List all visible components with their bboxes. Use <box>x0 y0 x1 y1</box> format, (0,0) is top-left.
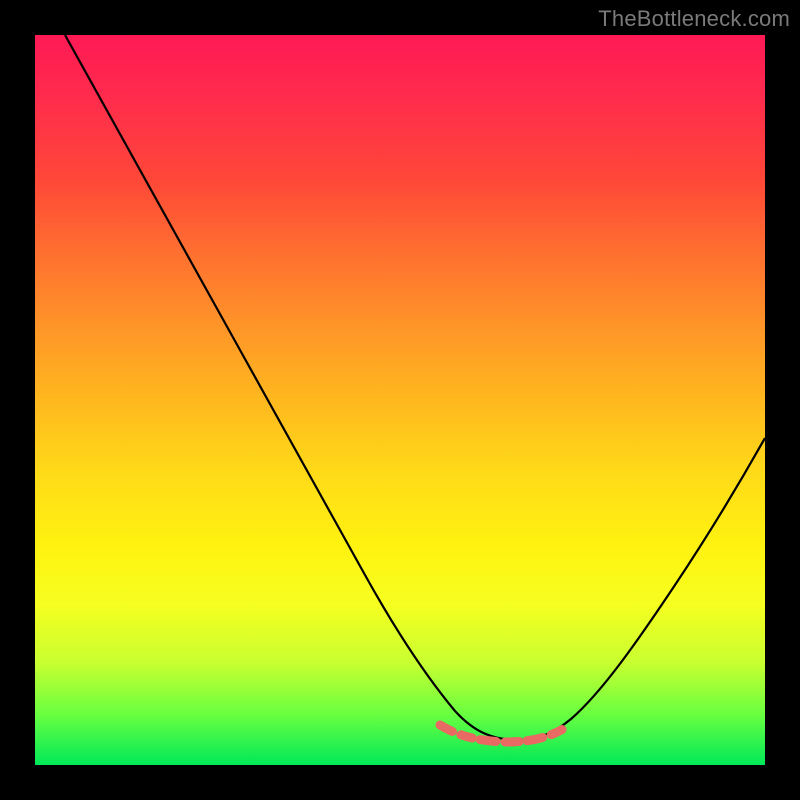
flat-highlight <box>440 719 577 742</box>
bottleneck-curve <box>65 35 765 740</box>
chart-plot-area <box>35 35 765 765</box>
watermark-text: TheBottleneck.com <box>598 6 790 32</box>
chart-frame: TheBottleneck.com <box>0 0 800 800</box>
chart-svg <box>35 35 765 765</box>
